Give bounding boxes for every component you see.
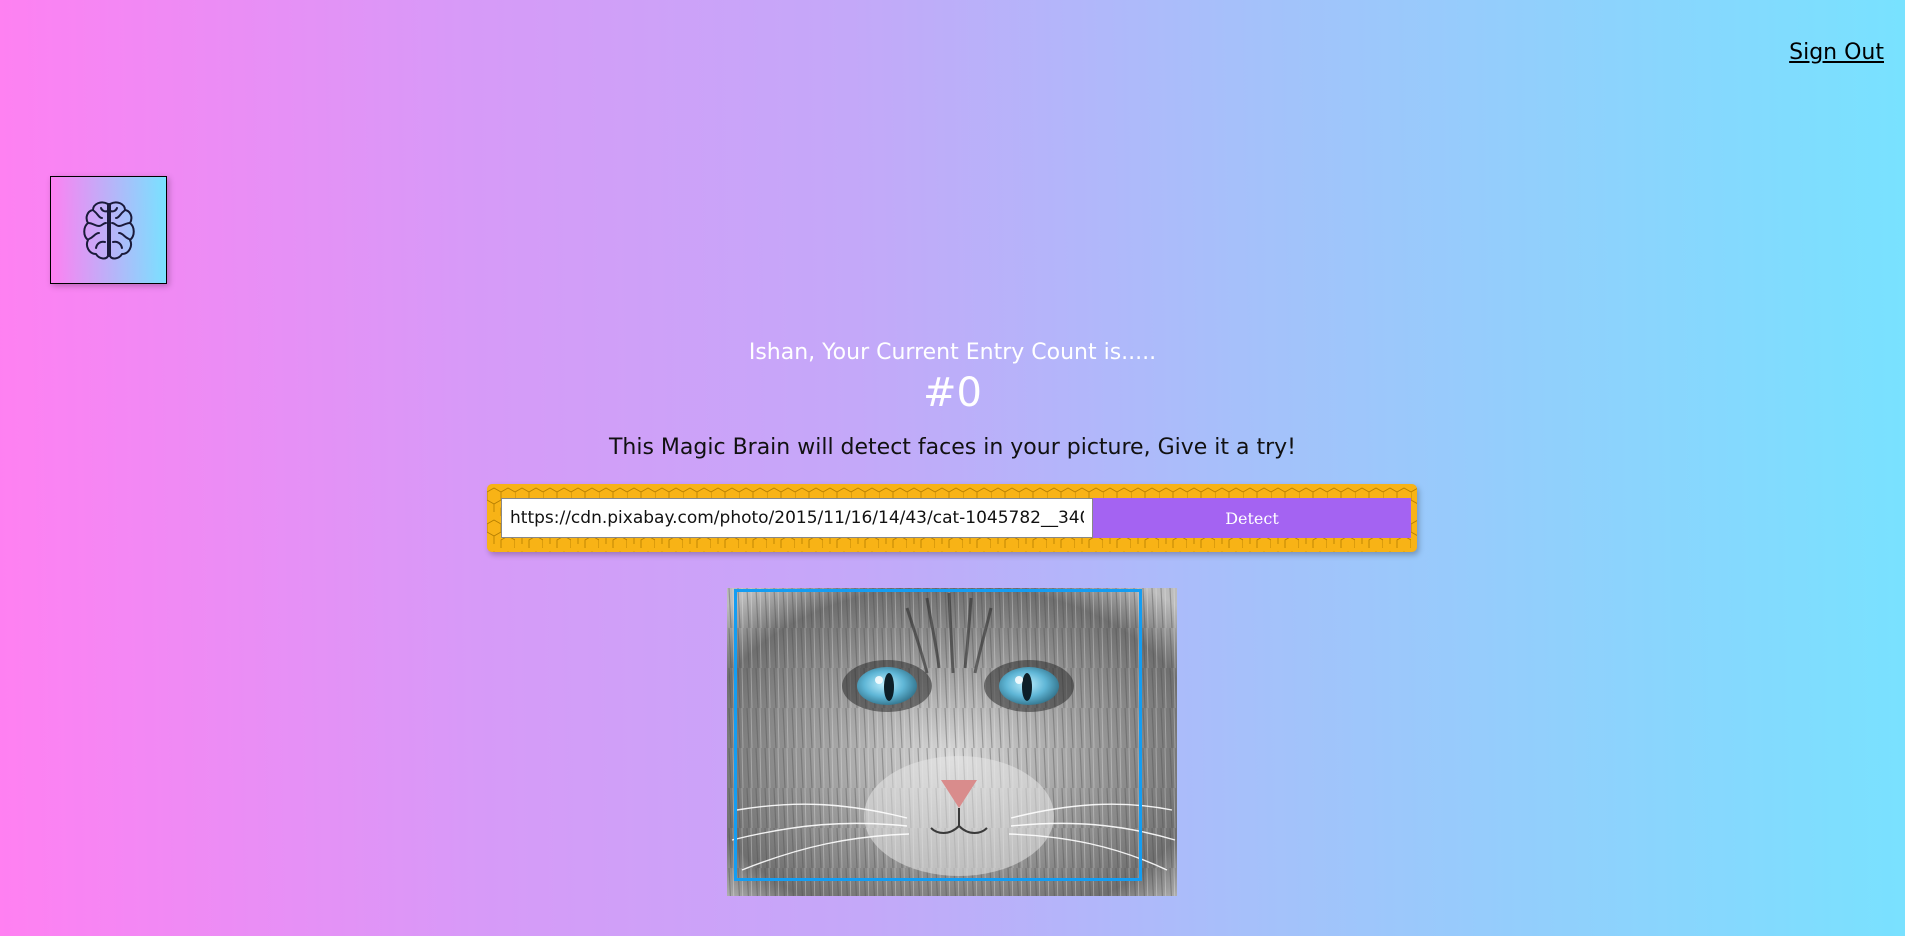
face-bounding-box [734,589,1142,881]
sign-out-link[interactable]: Sign Out [1789,40,1884,66]
detect-button[interactable]: Detect [1093,498,1411,538]
brain-icon [82,201,135,260]
entry-count: #0 [923,370,982,416]
rank-section: Ishan, Your Current Entry Count is..... … [0,340,1905,416]
logo [50,176,167,284]
result-image [727,588,1177,896]
tagline: This Magic Brain will detect faces in yo… [608,435,1297,460]
rank-message: Ishan, Your Current Entry Count is..... [748,340,1157,365]
image-url-input[interactable] [501,498,1093,538]
image-link-form: Detect [487,484,1417,552]
